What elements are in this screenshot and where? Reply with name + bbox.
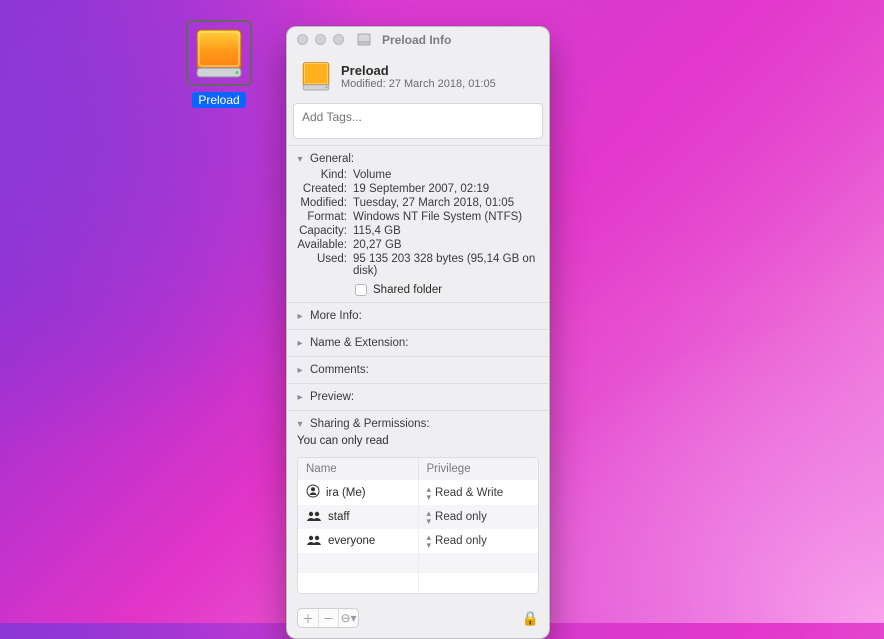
tags-input[interactable] <box>294 104 542 138</box>
action-menu[interactable]: ⊖▾ <box>338 609 358 627</box>
section-preview[interactable]: ▸ Preview: <box>293 388 543 406</box>
desktop-drive-label: Preload <box>192 92 245 108</box>
kind-value: Volume <box>353 169 543 181</box>
sort-icon: ▴▾ <box>427 509 432 525</box>
created-label: Created: <box>293 183 353 195</box>
section-comments[interactable]: ▸ Comments: <box>293 361 543 379</box>
created-value: 19 September 2007, 02:19 <box>353 183 543 195</box>
header-modified-label: Modified: <box>341 78 386 90</box>
chevron-right-icon: ▸ <box>295 311 305 322</box>
perm-priv: Read & Write <box>435 487 503 499</box>
window-title: Preload Info <box>382 33 451 47</box>
permission-row <box>298 553 538 573</box>
permissions-table: Name Privilege ira (Me) ▴▾Read & Write s… <box>297 457 539 594</box>
info-window: Preload Info Preload Modified: 27 March … <box>286 26 550 639</box>
kind-label: Kind: <box>293 169 353 181</box>
format-value: Windows NT File System (NTFS) <box>353 211 543 223</box>
modified-value: Tuesday, 27 March 2018, 01:05 <box>353 197 543 209</box>
permission-row <box>298 573 538 593</box>
section-name-extension[interactable]: ▸ Name & Extension: <box>293 334 543 352</box>
col-priv[interactable]: Privilege <box>418 458 538 480</box>
permission-row[interactable]: staff ▴▾Read only <box>298 505 538 529</box>
section-label: General: <box>310 153 354 165</box>
titlebar[interactable]: Preload Info <box>287 27 549 53</box>
capacity-label: Capacity: <box>293 225 353 237</box>
modified-label: Modified: <box>293 197 353 209</box>
lock-icon[interactable]: 🔒 <box>522 610 539 627</box>
desktop-drive[interactable]: Preload <box>180 20 258 108</box>
permissions-hint: You can only read <box>287 433 549 453</box>
available-value: 20,27 GB <box>353 239 543 251</box>
group-icon <box>306 534 322 549</box>
remove-button[interactable]: － <box>318 609 338 627</box>
available-label: Available: <box>293 239 353 251</box>
header-name: Preload <box>341 63 496 78</box>
chevron-down-icon: ▾ <box>295 419 305 430</box>
capacity-value: 115,4 GB <box>353 225 543 237</box>
close-button[interactable] <box>297 34 308 45</box>
section-label: Sharing & Permissions: <box>310 418 430 430</box>
shared-folder-checkbox[interactable] <box>355 284 367 296</box>
header-modified-value: 27 March 2018, 01:05 <box>389 78 496 90</box>
person-icon <box>306 484 320 501</box>
section-general[interactable]: ▾ General: <box>293 150 543 168</box>
zoom-button[interactable] <box>333 34 344 45</box>
minimize-button[interactable] <box>315 34 326 45</box>
shared-folder-label: Shared folder <box>373 284 442 296</box>
perm-name: everyone <box>328 535 375 547</box>
tags-field[interactable] <box>293 103 543 139</box>
group-icon <box>306 510 322 525</box>
format-label: Format: <box>293 211 353 223</box>
drive-icon <box>186 20 252 86</box>
chevron-right-icon: ▸ <box>295 338 305 349</box>
sort-icon: ▴▾ <box>427 533 432 549</box>
chevron-right-icon: ▸ <box>295 365 305 376</box>
drive-icon <box>299 59 333 93</box>
section-label: Comments: <box>310 364 369 376</box>
section-more-info[interactable]: ▸ More Info: <box>293 307 543 325</box>
col-name[interactable]: Name <box>298 458 418 480</box>
section-sharing[interactable]: ▾ Sharing & Permissions: <box>293 415 543 433</box>
drive-icon <box>357 33 371 47</box>
chevron-right-icon: ▸ <box>295 392 305 403</box>
perm-name: ira (Me) <box>326 487 366 499</box>
perm-priv: Read only <box>435 511 487 523</box>
section-label: More Info: <box>310 310 362 322</box>
permission-row[interactable]: ira (Me) ▴▾Read & Write <box>298 480 538 505</box>
add-button[interactable]: ＋ <box>298 609 318 627</box>
section-label: Name & Extension: <box>310 337 408 349</box>
permission-row[interactable]: everyone ▴▾Read only <box>298 529 538 553</box>
section-label: Preview: <box>310 391 354 403</box>
perm-name: staff <box>328 511 350 523</box>
chevron-down-icon: ▾ <box>295 154 305 165</box>
used-label: Used: <box>293 253 353 277</box>
used-value: 95 135 203 328 bytes (95,14 GB on disk) <box>353 253 543 277</box>
sort-icon: ▴▾ <box>427 485 432 501</box>
perm-priv: Read only <box>435 535 487 547</box>
